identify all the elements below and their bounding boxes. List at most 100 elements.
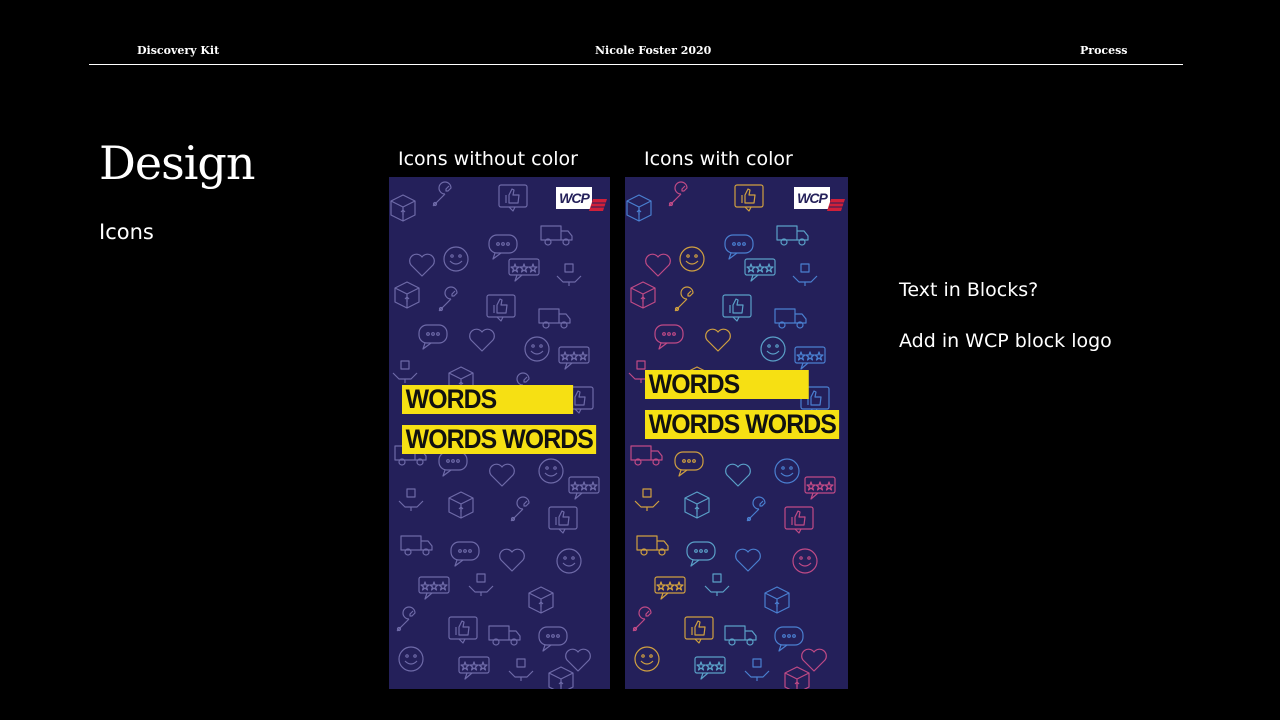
- truck-icon: [630, 445, 663, 466]
- heart-icon: [489, 463, 515, 487]
- chat-bubble-icon: [488, 234, 518, 260]
- wrench-icon: [674, 286, 694, 312]
- wrench-icon: [668, 181, 688, 207]
- smiley-icon: [774, 458, 800, 484]
- heart-icon: [565, 648, 591, 672]
- truck-icon: [774, 308, 807, 329]
- thumbs-up-icon: [784, 506, 814, 534]
- chat-bubble-icon: [450, 541, 480, 567]
- truck-icon: [636, 535, 669, 556]
- hand-holding-box-icon: [398, 488, 424, 511]
- thumbs-up-icon: [734, 184, 764, 212]
- box-icon: [394, 281, 420, 309]
- header-right: Process: [1080, 44, 1128, 57]
- rating-stars-icon: [794, 346, 826, 370]
- header-left: Discovery Kit: [137, 44, 220, 57]
- wrench-icon: [746, 496, 766, 522]
- smiley-icon: [634, 646, 660, 672]
- heart-icon: [469, 328, 495, 352]
- wcp-logo: WCP: [556, 187, 592, 209]
- smiley-icon: [524, 336, 550, 362]
- chat-bubble-icon: [538, 626, 568, 652]
- rating-stars-icon: [744, 258, 776, 282]
- wcp-flag-icon: [827, 199, 845, 211]
- caption-with-color: Icons with color: [644, 148, 793, 170]
- heart-icon: [499, 548, 525, 572]
- rating-stars-icon: [558, 346, 590, 370]
- chat-bubble-icon: [438, 451, 468, 477]
- wcp-logo: WCP: [794, 187, 830, 209]
- text-block-line-2: WORDS WORDS: [645, 410, 840, 439]
- box-icon: [448, 491, 474, 519]
- box-icon: [684, 491, 710, 519]
- text-block-line-1: WORDS: [645, 370, 809, 399]
- wrench-icon: [396, 606, 416, 632]
- wrench-icon: [632, 606, 652, 632]
- box-icon: [630, 281, 656, 309]
- thumbs-up-icon: [684, 616, 714, 644]
- chat-bubble-icon: [418, 324, 448, 350]
- hand-holding-box-icon: [508, 658, 534, 681]
- smiley-icon: [760, 336, 786, 362]
- chat-bubble-icon: [654, 324, 684, 350]
- rating-stars-icon: [458, 656, 490, 680]
- hand-holding-box-icon: [704, 573, 730, 596]
- truck-icon: [488, 625, 521, 646]
- truck-icon: [540, 225, 573, 246]
- rating-stars-icon: [568, 476, 600, 500]
- truck-icon: [400, 535, 433, 556]
- smiley-icon: [538, 458, 564, 484]
- heart-icon: [735, 548, 761, 572]
- rating-stars-icon: [418, 576, 450, 600]
- text-block-line-2: WORDS WORDS: [402, 425, 597, 454]
- truck-icon: [776, 225, 809, 246]
- wrench-icon: [510, 496, 530, 522]
- box-icon: [548, 666, 574, 689]
- box-icon: [784, 666, 810, 689]
- heart-icon: [801, 648, 827, 672]
- smiley-icon: [679, 246, 705, 272]
- box-icon: [626, 194, 652, 222]
- banner-mockup-with-color: WCP WORDS WORDS WORDS: [625, 177, 848, 689]
- thumbs-up-icon: [722, 294, 752, 322]
- chat-bubble-icon: [686, 541, 716, 567]
- heart-icon: [705, 328, 731, 352]
- chat-bubble-icon: [674, 451, 704, 477]
- thumbs-up-icon: [448, 616, 478, 644]
- thumbs-up-icon: [498, 184, 528, 212]
- hand-holding-box-icon: [744, 658, 770, 681]
- smiley-icon: [792, 548, 818, 574]
- wrench-icon: [432, 181, 452, 207]
- page-title: Design: [99, 136, 255, 190]
- hand-holding-box-icon: [556, 263, 582, 286]
- wcp-flag-icon: [589, 199, 607, 211]
- truck-icon: [538, 308, 571, 329]
- chat-bubble-icon: [724, 234, 754, 260]
- header-center: Nicole Foster 2020: [595, 44, 712, 57]
- chat-bubble-icon: [774, 626, 804, 652]
- rating-stars-icon: [694, 656, 726, 680]
- rating-stars-icon: [654, 576, 686, 600]
- header-rule: [89, 64, 1183, 65]
- page-subtitle: Icons: [99, 220, 154, 244]
- smiley-icon: [398, 646, 424, 672]
- wcp-logo-text: WCP: [797, 190, 828, 206]
- wcp-logo-text: WCP: [559, 190, 590, 206]
- rating-stars-icon: [804, 476, 836, 500]
- heart-icon: [409, 253, 435, 277]
- hand-holding-box-icon: [392, 360, 418, 383]
- note-text-in-blocks: Text in Blocks?: [899, 279, 1039, 301]
- wrench-icon: [438, 286, 458, 312]
- caption-without-color: Icons without color: [398, 148, 578, 170]
- banner-mockup-without-color: WCP WORDS WORDS WORDS: [389, 177, 610, 689]
- heart-icon: [645, 253, 671, 277]
- thumbs-up-icon: [548, 506, 578, 534]
- box-icon: [390, 194, 416, 222]
- truck-icon: [724, 625, 757, 646]
- heart-icon: [725, 463, 751, 487]
- box-icon: [528, 586, 554, 614]
- note-add-wcp-logo: Add in WCP block logo: [899, 330, 1112, 352]
- text-block-line-1: WORDS: [402, 385, 574, 414]
- box-icon: [764, 586, 790, 614]
- hand-holding-box-icon: [792, 263, 818, 286]
